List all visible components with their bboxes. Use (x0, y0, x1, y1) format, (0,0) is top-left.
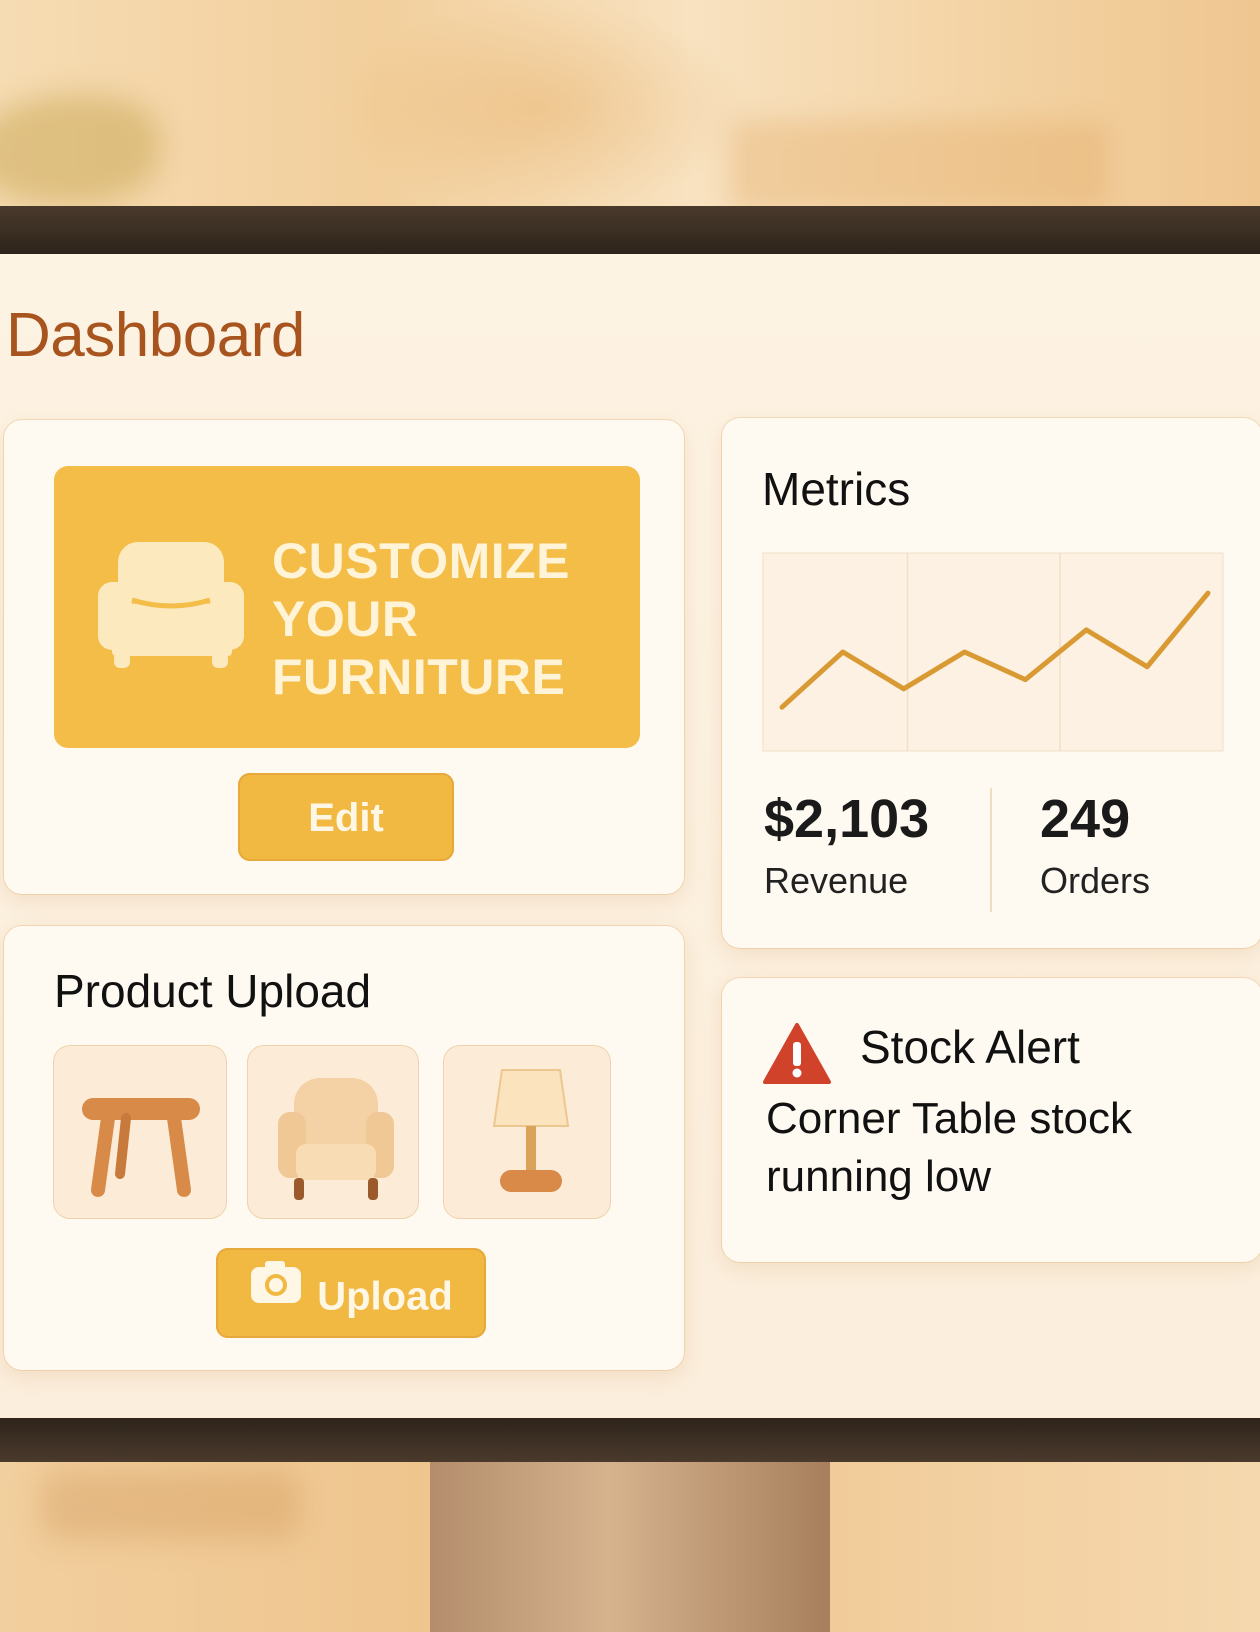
metrics-card: Metrics $2,103 Revenue 249 Orders (722, 418, 1260, 948)
upload-button[interactable]: Upload (216, 1248, 486, 1338)
chart-plot-area (762, 552, 1224, 752)
lamp-icon (492, 1069, 570, 1192)
stool-icon (82, 1098, 200, 1197)
orders-label: Orders (1040, 860, 1151, 901)
product-thumb-stool[interactable] (54, 1046, 226, 1218)
product-upload-title: Product Upload (54, 965, 372, 1017)
banner-line: FURNITURE (272, 649, 566, 705)
product-thumb-lamp[interactable] (444, 1046, 610, 1218)
edit-button[interactable]: Edit (238, 773, 454, 861)
revenue-label: Revenue (764, 860, 909, 901)
banner-line: YOUR (272, 591, 419, 647)
background-light (330, 0, 750, 215)
background-object (40, 1470, 300, 1540)
armchair-icon (98, 538, 248, 668)
armchair-icon (278, 1078, 394, 1200)
monitor-bezel-bottom (0, 1418, 1260, 1462)
product-upload-card: Product Upload Upload (4, 926, 684, 1370)
metrics-line-chart (762, 552, 1224, 752)
stock-alert-message: Corner Table stock running low (766, 1094, 1133, 1201)
metrics-title: Metrics (762, 463, 911, 515)
background-plant (0, 95, 160, 205)
customize-banner[interactable]: CUSTOMIZE YOUR FURNITURE (54, 466, 640, 748)
banner-line: CUSTOMIZE (272, 533, 571, 589)
product-thumb-armchair[interactable] (248, 1046, 418, 1218)
monitor-stand (430, 1462, 830, 1632)
stock-alert-card: Stock Alert Corner Table stock running l… (722, 978, 1260, 1262)
customize-card: CUSTOMIZE YOUR FURNITURE Edit (4, 420, 684, 894)
upload-button-label: Upload (317, 1274, 453, 1319)
orders-value: 249 (1040, 789, 1131, 849)
stat-divider (990, 788, 992, 912)
page-title: Dashboard (6, 301, 305, 370)
warning-icon (763, 1023, 831, 1084)
camera-icon (249, 1247, 303, 1337)
monitor-bezel-top (0, 206, 1260, 254)
banner-headline: CUSTOMIZE YOUR FURNITURE (272, 532, 632, 706)
stock-alert-title: Stock Alert (860, 1021, 1080, 1073)
revenue-value: $2,103 (764, 789, 930, 849)
background-shelf (730, 120, 1110, 210)
